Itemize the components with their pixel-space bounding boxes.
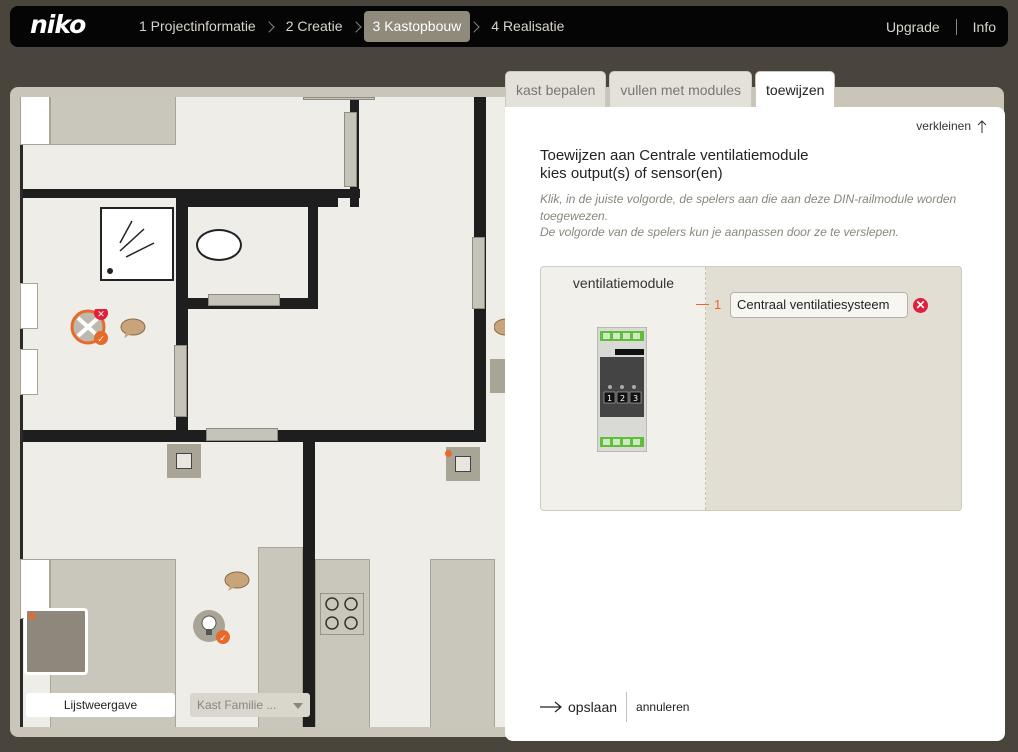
module-label: ventilatiemodule: [572, 275, 675, 291]
dropdown-arrow-icon: [293, 703, 303, 709]
bed: [50, 97, 176, 145]
window: [472, 237, 485, 309]
svg-text:✕: ✕: [97, 310, 105, 320]
kitchen-island: [430, 559, 495, 727]
tab-vullen-met-modules[interactable]: vullen met modules: [609, 71, 753, 107]
floor-plan[interactable]: ✕ ✓ ✓: [20, 97, 510, 727]
switch-plate: [176, 453, 192, 469]
sink: [20, 283, 38, 329]
window: [303, 97, 375, 100]
window: [174, 345, 187, 417]
arrow-right-icon: [540, 701, 562, 713]
upgrade-link[interactable]: Upgrade: [886, 19, 940, 35]
slot-number: 1: [714, 297, 722, 312]
wall: [303, 442, 315, 727]
minimap[interactable]: [24, 608, 88, 675]
toilet: [196, 229, 242, 261]
window: [206, 428, 278, 441]
light-bulb-icon[interactable]: ✓: [192, 609, 236, 649]
step-realisatie[interactable]: 4 Realisatie: [482, 11, 573, 42]
instruction-line1: Klik, in de juiste volgorde, de spelers …: [540, 192, 957, 223]
chevron-right-icon: [349, 20, 362, 33]
panel-instructions: Klik, in de juiste volgorde, de spelers …: [540, 191, 970, 241]
tab-toewijzen[interactable]: toewijzen: [755, 71, 836, 108]
svg-text:✓: ✓: [97, 335, 105, 345]
minimap-marker: [29, 613, 35, 619]
cooktop-icon: [320, 593, 364, 635]
assignment-panel: verkleinen Toewijzen aan Centrale ventil…: [505, 107, 1005, 741]
din-rail-module-image: 1 2 3: [597, 327, 647, 452]
switch-icon[interactable]: [167, 444, 201, 478]
speech-bubble-icon[interactable]: [224, 571, 250, 591]
cancel-button[interactable]: annuleren: [636, 700, 689, 714]
step-creatie[interactable]: 2 Creatie: [277, 11, 352, 42]
assignment-box: ventilatiemodule 1 2 3 1 Centraal ventil…: [540, 266, 962, 511]
info-link[interactable]: Info: [973, 19, 996, 35]
wall: [20, 97, 23, 727]
panel-title-line1: Toewijzen aan Centrale ventilatiemodule: [540, 147, 809, 164]
divider: [955, 18, 957, 35]
kitchen-counter: [315, 559, 370, 727]
module-number-2: 2: [620, 394, 625, 403]
nightstand: [20, 97, 50, 145]
module-number-3: 3: [633, 394, 638, 403]
shrink-label: verkleinen: [916, 119, 971, 133]
assigned-player-field[interactable]: Centraal ventilatiesysteem: [730, 292, 908, 318]
fan-icon[interactable]: ✕ ✓: [68, 309, 116, 357]
window: [344, 112, 357, 187]
module-column: ventilatiemodule 1 2 3: [541, 267, 706, 510]
nav-links: Upgrade Info: [886, 6, 996, 47]
panel-footer: opslaan annuleren: [540, 692, 689, 722]
shrink-panel-button[interactable]: verkleinen: [916, 119, 987, 133]
save-label: opslaan: [568, 699, 618, 715]
cabinet-family-select[interactable]: Kast Familie ...: [190, 693, 310, 717]
sink: [20, 349, 38, 395]
chevron-right-icon: [468, 20, 480, 33]
top-navigation: niko 1 Projectinformatie 2 Creatie 3 Kas…: [10, 6, 1008, 47]
svg-text:✓: ✓: [219, 634, 227, 644]
step-projectinformatie[interactable]: 1 Projectinformatie: [130, 11, 265, 42]
module-number-1: 1: [607, 394, 612, 403]
dimmer-icon[interactable]: [445, 447, 480, 481]
panel-tabs: kast bepalen vullen met modules toewijze…: [505, 71, 836, 108]
slot-connector: [696, 304, 709, 305]
tab-kast-bepalen[interactable]: kast bepalen: [505, 71, 607, 107]
niko-logo[interactable]: niko: [30, 10, 86, 39]
cabinet-family-value: Kast Familie ...: [197, 698, 277, 712]
save-button[interactable]: opslaan: [540, 699, 617, 715]
window: [208, 294, 280, 306]
arrow-up-icon: [977, 120, 987, 133]
dimmer-plate: [455, 456, 471, 472]
panel-title-line2: kies output(s) of sensor(en): [540, 165, 723, 182]
shower-head-icon: [107, 220, 155, 274]
wall: [308, 197, 318, 309]
step-kastopbouw[interactable]: 3 Kastopbouw: [363, 11, 471, 42]
speech-bubble-icon[interactable]: [120, 318, 146, 338]
chevron-right-icon: [263, 20, 275, 33]
instruction-line2: De volgorde van de spelers kun je aanpas…: [540, 225, 899, 239]
list-view-button[interactable]: Lijstweergave: [26, 693, 175, 717]
wizard-steps: 1 Projectinformatie 2 Creatie 3 Kastopbo…: [130, 11, 573, 42]
remove-icon[interactable]: ✕: [913, 298, 928, 313]
divider: [626, 692, 628, 722]
status-dot: [445, 450, 452, 457]
panel-title: Toewijzen aan Centrale ventilatiemodule …: [540, 147, 809, 183]
